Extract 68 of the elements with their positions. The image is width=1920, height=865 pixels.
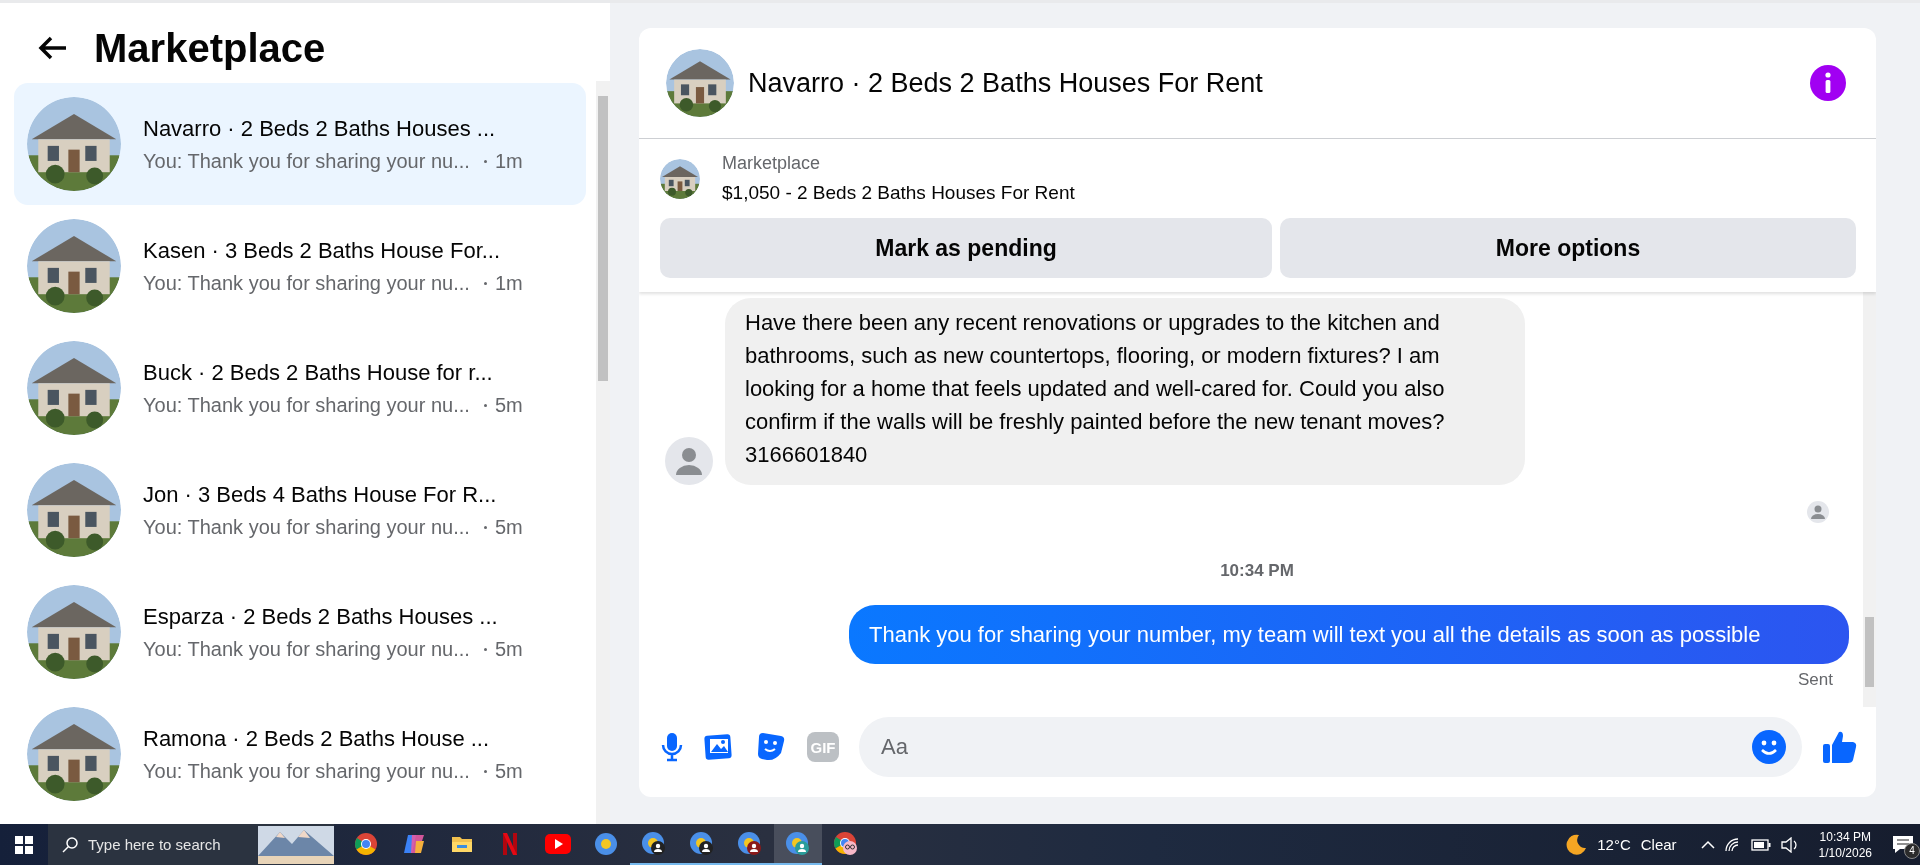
message-preview: You: Thank you for sharing your nu... — [143, 637, 470, 661]
message-bubble: Thank you for sharing your number, my team will text you all the details as soon as possible — [849, 605, 1849, 664]
message-preview: You: Thank you for sharing your nu... — [143, 759, 470, 783]
conversation-title: Buck · 2 Beds 2 Baths House for r... — [143, 359, 494, 386]
taskbar-app-button[interactable] — [774, 824, 822, 865]
seen-avatar-icon — [1807, 501, 1829, 523]
message-status: Sent — [1798, 670, 1833, 690]
youtube-icon — [545, 833, 571, 854]
weather-condition: Clear — [1640, 836, 1677, 853]
message-preview: You: Thank you for sharing your nu... — [143, 393, 470, 417]
browser-icon — [594, 831, 618, 856]
conversation-title: Kasen · 3 Beds 2 Baths House For... — [143, 237, 502, 264]
house-photo — [660, 158, 700, 199]
message-time: 5m — [494, 759, 523, 783]
message-preview: You: Thank you for sharing your nu... — [143, 515, 470, 539]
browser-profile-icon — [785, 830, 811, 857]
browser-profile-icon — [737, 830, 763, 857]
conversation-title: Esparza · 2 Beds 2 Baths Houses ... — [143, 603, 499, 630]
wifi-icon[interactable] — [1724, 837, 1741, 852]
browser-icon — [354, 831, 378, 856]
conversation-item[interactable]: Buck · 2 Beds 2 Baths House for r... You: Thank you for sharing your nu... 5m — [14, 327, 586, 449]
speaker-icon[interactable] — [1780, 836, 1799, 853]
listing-action-button[interactable]: Mark as pending — [660, 218, 1272, 278]
message-time: 5m — [494, 393, 523, 417]
message-bubble: Have there been any recent renovations or upgrades to the kitchen and bathrooms, such as new countertops, flooring, or modern fixtures? I am looking for a home that feels updated and well-cared for. Could you also confirm if the walls will be freshly painted before the new tenant moves? 3166601840 — [725, 298, 1525, 485]
netflix-icon — [502, 831, 518, 856]
listing-source: Marketplace — [722, 153, 822, 174]
listing-summary: $1,050 - 2 Beds 2 Baths Houses For Rent — [722, 182, 1075, 204]
scrollbar[interactable] — [596, 81, 610, 824]
chevron-up-icon[interactable] — [1700, 839, 1715, 850]
message-time: 10:34 PM — [1220, 561, 1294, 581]
conversation-title: Ramona · 2 Beds 2 Baths House ... — [143, 725, 491, 752]
temperature: 12°C — [1597, 836, 1631, 853]
conversation-item[interactable]: Esparza · 2 Beds 2 Baths Houses ... You: Thank you for sharing your nu... 5m — [14, 571, 586, 693]
message-time: 5m — [494, 637, 523, 661]
taskbar-search-field[interactable]: Type here to search — [88, 832, 248, 857]
browser-profile-icon — [833, 830, 859, 857]
listing-action-button[interactable]: More options — [1280, 218, 1856, 278]
page-title: Marketplace — [94, 25, 326, 71]
avatar-silhouette — [665, 437, 713, 485]
scrollbar[interactable] — [1863, 292, 1876, 707]
message-input-field[interactable]: Aa — [859, 717, 1802, 777]
message-preview: You: Thank you for sharing your nu... — [143, 149, 470, 173]
message-time: 5m — [494, 515, 523, 539]
clock-date[interactable]: 1/10/2026 — [1818, 845, 1872, 860]
battery-icon[interactable] — [1750, 838, 1771, 851]
photo-icon[interactable] — [703, 732, 735, 762]
microphone-icon[interactable] — [661, 732, 683, 762]
emoji-icon[interactable] — [1752, 730, 1786, 764]
info-button[interactable] — [1810, 65, 1846, 101]
thumbs-up-icon[interactable] — [1822, 730, 1858, 764]
conversation-item[interactable]: Jon · 3 Beds 4 Baths House For R... You: Thank you for sharing your nu... 5m — [14, 449, 586, 571]
conversation-item[interactable]: Navarro · 2 Beds 2 Baths Houses ... You: Thank you for sharing your nu... 1m — [14, 83, 586, 205]
message-preview: You: Thank you for sharing your nu... — [143, 271, 470, 295]
browser-profile-icon — [641, 830, 667, 857]
browser-profile-icon — [689, 830, 715, 857]
moon-icon — [1565, 833, 1588, 856]
conversation-item[interactable]: Kasen · 3 Beds 2 Baths House For... You: Thank you for sharing your nu... 1m — [14, 205, 586, 327]
clock-time[interactable]: 10:34 PM — [1819, 829, 1871, 844]
taskbar-search-bar[interactable]: Type here to search — [48, 824, 334, 865]
search-icon — [62, 836, 78, 853]
message-time: 1m — [494, 271, 523, 295]
chat-title: Navarro · 2 Beds 2 Baths Houses For Rent — [748, 67, 1264, 99]
conversation-title: Jon · 3 Beds 4 Baths House For R... — [143, 481, 498, 508]
message-time: 1m — [494, 149, 523, 173]
sticker-icon[interactable] — [755, 731, 787, 763]
conversation-title: Navarro · 2 Beds 2 Baths Houses ... — [143, 115, 497, 142]
conversation-item[interactable]: Ramona · 2 Beds 2 Baths House ... You: Thank you for sharing your nu... 5m — [14, 693, 586, 815]
